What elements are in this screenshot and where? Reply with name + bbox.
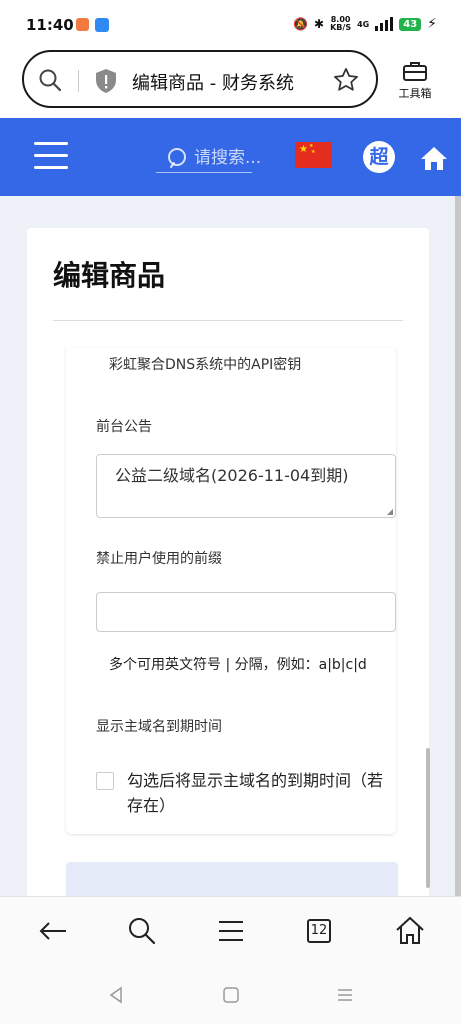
site-search[interactable]: 请搜索... (156, 142, 261, 174)
notice-value: 公益二级域名(2026-11-04到期) (115, 466, 349, 485)
signal-icon (375, 17, 394, 31)
avatar[interactable]: 超 (363, 141, 395, 173)
tabs-count-button[interactable]: 12 (307, 919, 331, 943)
resize-grip-icon[interactable]: ◢ (387, 507, 393, 516)
app-notification-icon (76, 18, 89, 31)
search-icon[interactable] (126, 915, 158, 951)
prefix-label: 禁止用户使用的前缀 (96, 551, 222, 567)
network-type: 4G (357, 19, 370, 29)
charging-icon: ⚡ (427, 16, 437, 32)
api-key-hint: 彩虹聚合DNS系统中的API密钥 (109, 357, 302, 373)
page-title-address[interactable]: 编辑商品 - 财务系统 (132, 69, 294, 95)
back-arrow-icon[interactable] (37, 915, 69, 951)
home-icon[interactable] (394, 915, 426, 951)
prefix-input[interactable] (96, 592, 396, 632)
star-icon[interactable] (332, 66, 360, 98)
browser-nav-bar: 12 (0, 896, 461, 971)
search-icon (166, 146, 190, 174)
search-placeholder[interactable]: 请搜索... (194, 143, 261, 168)
system-recents-icon[interactable] (336, 986, 354, 1008)
system-nav-bar (0, 970, 461, 1024)
system-back-icon[interactable] (107, 986, 125, 1008)
menu-icon[interactable] (34, 142, 68, 172)
mute-bell-icon: 🔕 (293, 17, 309, 31)
toolbox-icon (402, 62, 428, 85)
main-content: 编辑商品 彩虹聚合DNS系统中的API密钥 前台公告 公益二级域名(2026-1… (0, 196, 461, 896)
expire-label: 显示主域名到期时间 (96, 719, 222, 735)
prefix-hint: 多个可用英文符号 | 分隔，例如：a|b|c|d (109, 657, 367, 673)
edit-product-card: 编辑商品 彩虹聚合DNS系统中的API密钥 前台公告 公益二级域名(2026-1… (27, 228, 430, 896)
status-bar: 11:40 🔕 ✱ 8.00 KB/S 4G 43 ⚡ (0, 0, 461, 48)
china-flag-icon[interactable]: ★ ★ ★ (295, 142, 332, 168)
menu-lines-icon[interactable] (216, 915, 246, 951)
shield-icon[interactable] (94, 68, 118, 98)
network-speed: 8.00 KB/S (330, 16, 351, 32)
form-scrollbar[interactable] (426, 748, 430, 888)
next-section-panel (66, 862, 398, 896)
expire-checkbox[interactable] (96, 772, 114, 790)
system-home-icon[interactable] (222, 986, 240, 1008)
network-speed-unit: KB/S (330, 23, 352, 32)
address-bar[interactable]: 编辑商品 - 财务系统 (22, 50, 378, 108)
status-time: 11:40 (26, 16, 74, 34)
page-scrollbar[interactable] (455, 196, 461, 896)
edit-form: 彩虹聚合DNS系统中的API密钥 前台公告 公益二级域名(2026-11-04到… (66, 348, 396, 834)
address-divider (78, 70, 79, 92)
battery-level: 43 (399, 17, 422, 31)
home-icon[interactable] (420, 145, 448, 175)
toolbox-button[interactable]: 工具箱 (392, 60, 438, 101)
status-indicators: 🔕 ✱ 8.00 KB/S 4G 43 ⚡ (293, 16, 437, 33)
notice-label: 前台公告 (96, 419, 152, 435)
notice-textarea[interactable]: 公益二级域名(2026-11-04到期) ◢ (96, 454, 396, 518)
card-divider (53, 320, 403, 321)
card-title: 编辑商品 (53, 259, 166, 292)
app-notification-icon-2 (95, 18, 109, 32)
site-header: 请搜索... ★ ★ ★ 超 (0, 118, 461, 196)
toolbox-label: 工具箱 (398, 87, 432, 100)
expire-checkbox-label[interactable]: 勾选后将显示主域名的到期时间（若存在） (127, 768, 387, 818)
bluetooth-icon: ✱ (314, 17, 325, 31)
search-icon[interactable] (38, 68, 62, 96)
